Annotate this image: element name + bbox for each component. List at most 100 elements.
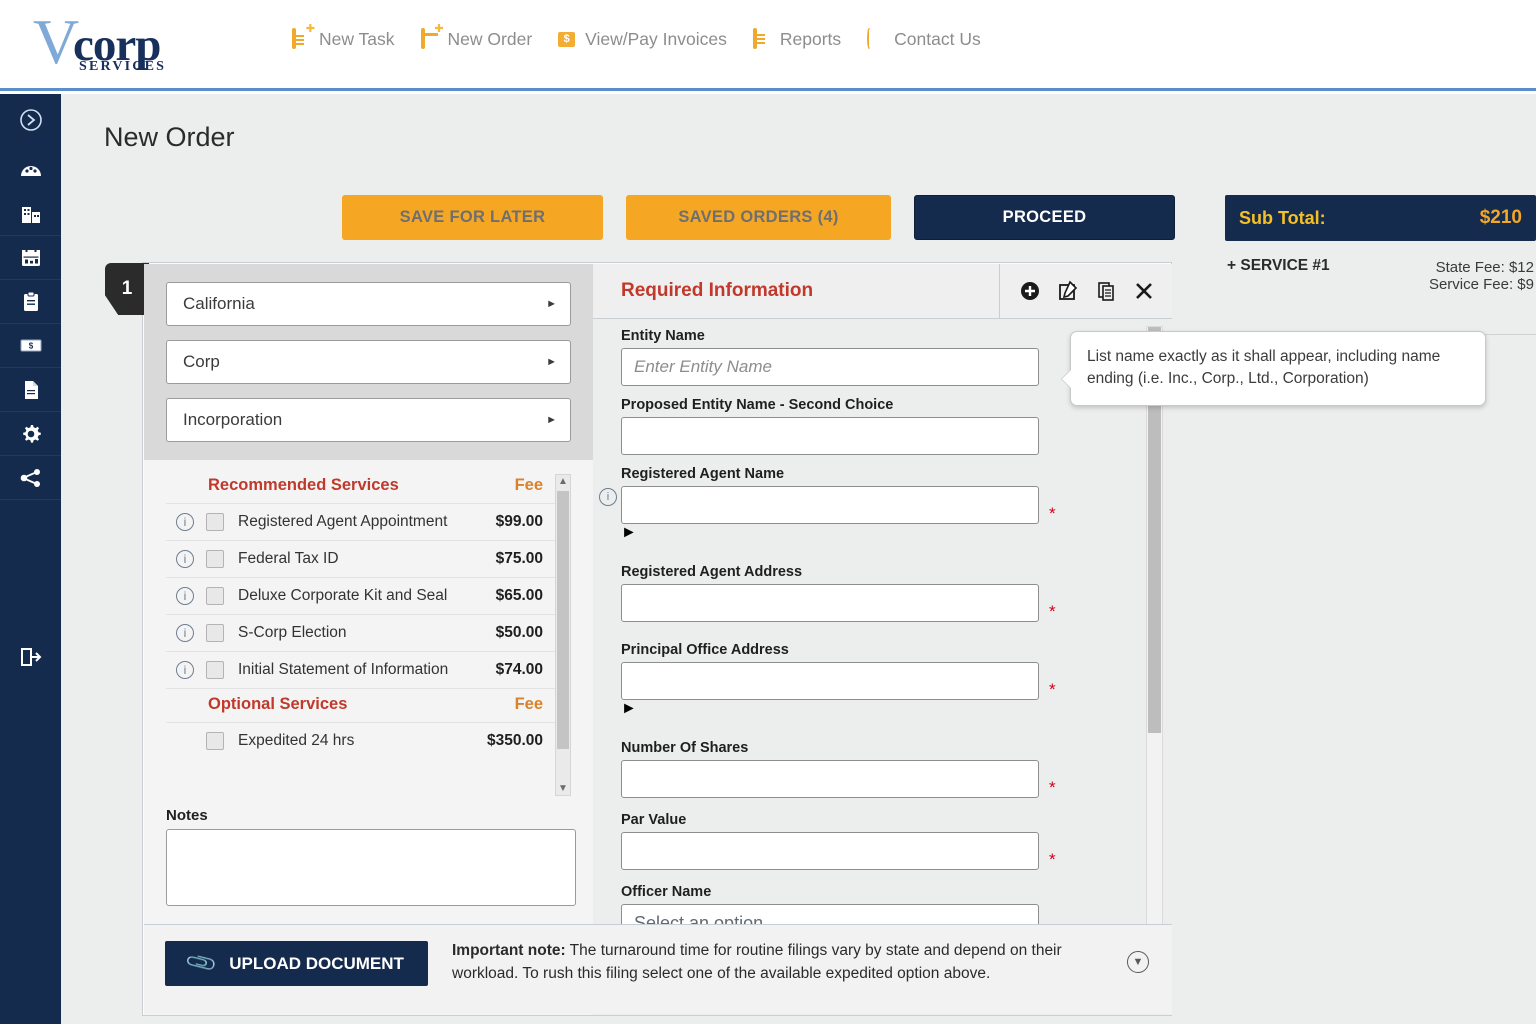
filing-type-selector[interactable]: Incorporation ► bbox=[166, 398, 571, 442]
info-icon[interactable]: i bbox=[176, 661, 194, 679]
required-information-title: Required Information bbox=[621, 280, 813, 302]
service-checkbox[interactable] bbox=[206, 624, 224, 642]
sidebar-item-companies[interactable] bbox=[0, 192, 61, 236]
svg-text:$: $ bbox=[28, 342, 33, 351]
number-of-shares-input[interactable] bbox=[621, 760, 1039, 798]
service-fee: $74.00 bbox=[496, 661, 543, 679]
entity-type-selector[interactable]: Corp ► bbox=[166, 340, 571, 384]
service-row[interactable]: i Registered Agent Appointment $99.00 bbox=[166, 503, 571, 540]
upload-document-button[interactable]: 📎 UPLOAD DOCUMENT bbox=[165, 941, 428, 986]
sidebar-item-dashboard[interactable] bbox=[0, 146, 61, 192]
scroll-thumb[interactable] bbox=[557, 491, 569, 749]
sidebar-item-share[interactable] bbox=[0, 456, 61, 500]
step-number-badge: 1 bbox=[105, 263, 149, 315]
scroll-down-icon[interactable]: ▼ bbox=[558, 783, 568, 794]
service-row[interactable]: Expedited 24 hrs $350.00 bbox=[166, 722, 571, 759]
field-label: Par Value bbox=[621, 812, 1138, 828]
edit-icon[interactable] bbox=[1056, 279, 1080, 303]
services-list: Recommended Services Fee i Registered Ag… bbox=[166, 470, 571, 800]
proposed-entity-name-second-choice-input[interactable] bbox=[621, 417, 1039, 455]
nav-item-new-order[interactable]: New Order bbox=[421, 29, 533, 50]
nav-item-reports[interactable]: Reports bbox=[753, 29, 841, 50]
sidebar-item-tasks[interactable] bbox=[0, 280, 61, 324]
service-row[interactable]: i Deluxe Corporate Kit and Seal $65.00 bbox=[166, 577, 571, 614]
service-row[interactable]: i Initial Statement of Information $74.0… bbox=[166, 651, 571, 688]
filing-type-selector-value: Incorporation bbox=[183, 410, 282, 430]
info-icon[interactable]: i bbox=[176, 624, 194, 642]
service-name: Initial Statement of Information bbox=[238, 661, 496, 679]
save-for-later-button[interactable]: SAVE FOR LATER bbox=[342, 195, 603, 240]
service-checkbox[interactable] bbox=[206, 587, 224, 605]
field-label: Proposed Entity Name - Second Choice bbox=[621, 397, 1138, 413]
summary-service-fee: Service Fee: $9 bbox=[1225, 276, 1536, 293]
summary-service-label[interactable]: + SERVICE #1 bbox=[1227, 257, 1330, 275]
notes-label: Notes bbox=[166, 807, 576, 824]
sidebar-item-collapse[interactable] bbox=[0, 94, 61, 146]
order-action-buttons: SAVE FOR LATER SAVED ORDERS (4) PROCEED bbox=[342, 195, 1175, 240]
service-row[interactable]: i Federal Tax ID $75.00 bbox=[166, 540, 571, 577]
add-icon[interactable] bbox=[1018, 279, 1042, 303]
nav-item-new-task[interactable]: New Task bbox=[292, 29, 395, 50]
order-selectors: California ► Corp ► Incorporation ► bbox=[144, 264, 593, 460]
sidebar-item-settings[interactable] bbox=[0, 412, 61, 456]
nav-label-reports: Reports bbox=[780, 29, 841, 50]
info-icon[interactable]: i bbox=[176, 550, 194, 568]
field-label: Entity Name bbox=[621, 328, 1138, 344]
top-header: V corp SERVICES New Task New Order View/… bbox=[0, 0, 1536, 91]
entity-name-input[interactable]: Enter Entity Name bbox=[621, 348, 1039, 386]
info-icon[interactable]: i bbox=[176, 587, 194, 605]
service-checkbox[interactable] bbox=[206, 550, 224, 568]
services-scrollbar[interactable]: ▲ ▼ bbox=[555, 474, 571, 796]
service-fee: $65.00 bbox=[496, 587, 543, 605]
field-par-value: Par Value * bbox=[621, 812, 1138, 870]
sub-total-value: $210 bbox=[1480, 207, 1522, 229]
required-asterisk: * bbox=[1049, 778, 1056, 798]
nav-label-new-order: New Order bbox=[448, 29, 533, 50]
par-value-input[interactable] bbox=[621, 832, 1039, 870]
new-order-icon bbox=[421, 30, 439, 50]
info-icon[interactable]: i bbox=[176, 513, 194, 531]
service-row[interactable]: i S-Corp Election $50.00 bbox=[166, 614, 571, 651]
copy-icon[interactable] bbox=[1094, 279, 1118, 303]
nav-item-view-pay-invoices[interactable]: View/Pay Invoices bbox=[558, 29, 727, 50]
sidebar-item-calendar[interactable] bbox=[0, 236, 61, 280]
optional-services-title: Optional Services bbox=[208, 695, 347, 714]
saved-orders-button[interactable]: SAVED ORDERS (4) bbox=[626, 195, 891, 240]
field-label: Number Of Shares bbox=[621, 740, 1138, 756]
service-checkbox[interactable] bbox=[206, 661, 224, 679]
upload-document-label: UPLOAD DOCUMENT bbox=[229, 954, 404, 974]
close-icon[interactable] bbox=[1132, 279, 1156, 303]
field-principal-office-address: Principal Office Address ► * bbox=[621, 642, 1138, 718]
service-checkbox[interactable] bbox=[206, 732, 224, 750]
order-left-column: California ► Corp ► Incorporation ► Reco… bbox=[144, 264, 593, 1015]
principal-office-address-select[interactable] bbox=[621, 662, 1039, 700]
nav-label-view-pay-invoices: View/Pay Invoices bbox=[585, 29, 727, 50]
new-task-icon bbox=[292, 30, 310, 50]
service-checkbox[interactable] bbox=[206, 513, 224, 531]
sidebar-item-invoices[interactable]: $ bbox=[0, 324, 61, 368]
vcorp-logo[interactable]: V corp SERVICES bbox=[33, 8, 213, 78]
recommended-services-title: Recommended Services bbox=[208, 476, 399, 495]
chevron-right-icon: ► bbox=[621, 524, 637, 541]
notes-input[interactable] bbox=[166, 829, 576, 906]
form-scrollbar[interactable]: ▼ bbox=[1146, 326, 1163, 958]
field-label: Registered Agent Address bbox=[621, 564, 1138, 580]
scroll-up-icon[interactable]: ▲ bbox=[558, 476, 568, 487]
state-selector[interactable]: California ► bbox=[166, 282, 571, 326]
registered-agent-address-input[interactable] bbox=[621, 584, 1039, 622]
sidebar-item-documents[interactable] bbox=[0, 368, 61, 412]
logout-icon bbox=[19, 646, 43, 668]
optional-fee-header: Fee bbox=[515, 695, 543, 714]
service-name: S-Corp Election bbox=[238, 624, 496, 642]
chevron-right-icon: ► bbox=[621, 700, 637, 717]
sidebar-item-logout[interactable] bbox=[0, 635, 61, 679]
chevron-down-icon[interactable]: ▼ bbox=[1127, 951, 1149, 973]
required-asterisk: * bbox=[1049, 850, 1056, 870]
invoice-dollar-icon: $ bbox=[19, 337, 43, 354]
registered-agent-name-select[interactable] bbox=[621, 486, 1039, 524]
recommended-fee-header: Fee bbox=[515, 476, 543, 495]
share-network-icon bbox=[20, 468, 42, 488]
info-icon[interactable]: i bbox=[599, 488, 617, 506]
nav-item-contact-us[interactable]: Contact Us bbox=[867, 29, 981, 50]
proceed-button[interactable]: PROCEED bbox=[914, 195, 1175, 240]
